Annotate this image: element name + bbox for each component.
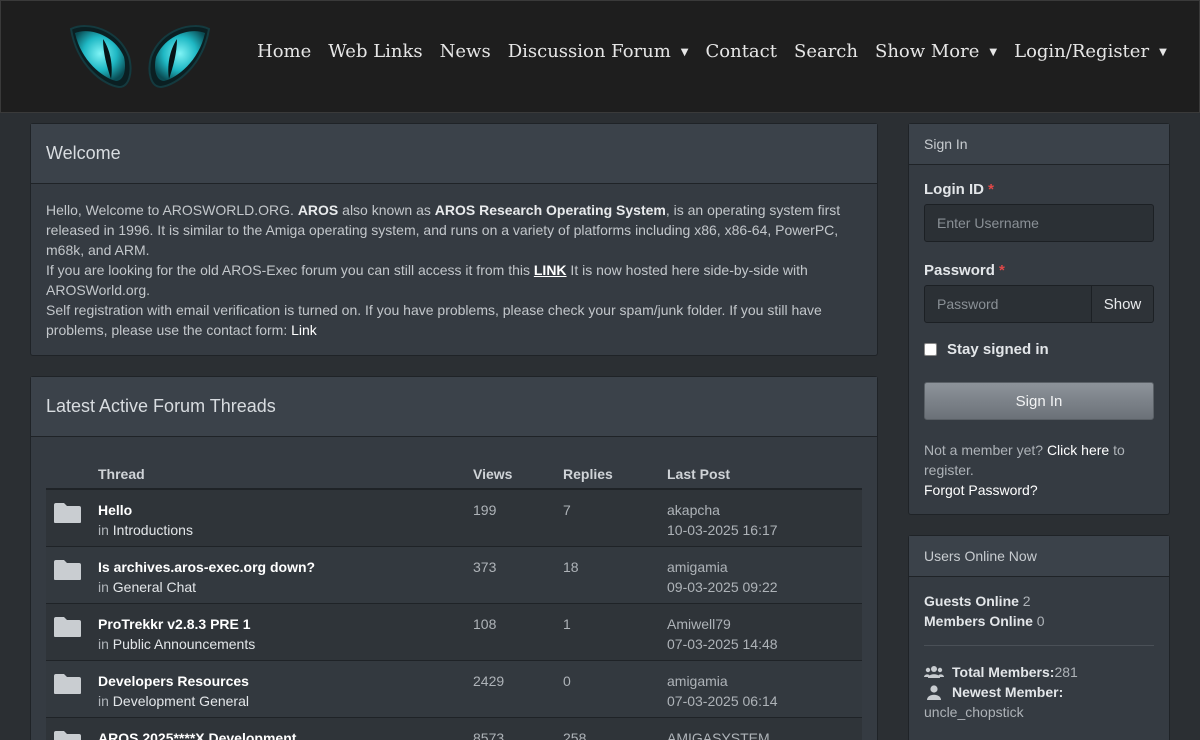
forgot-password-link[interactable]: Forgot Password? (924, 482, 1038, 498)
last-post-user[interactable]: amigamia (667, 557, 862, 577)
forum-link[interactable]: Development General (113, 693, 249, 709)
stay-signed-in-checkbox[interactable] (924, 343, 937, 356)
contact-form-link[interactable]: Link (291, 322, 317, 338)
folder-icon (46, 717, 98, 740)
nav-login-register[interactable]: Login/Register ▼ (1014, 41, 1167, 62)
user-icon (924, 684, 944, 700)
thread-views: 373 (473, 558, 497, 575)
nav-news[interactable]: News (440, 41, 491, 62)
folder-icon (46, 603, 98, 660)
password-input[interactable]: Password (924, 285, 1092, 323)
welcome-text: Hello, Welcome to AROSWORLD.ORG. AROS al… (46, 202, 841, 338)
thread-title[interactable]: AROS 2025****X Development (98, 728, 473, 740)
folder-icon (46, 546, 98, 603)
thread-views: 2429 (473, 672, 505, 689)
members-online: Members Online 0 (924, 613, 1045, 629)
threads-title: Latest Active Forum Threads (31, 377, 877, 437)
last-post-user[interactable]: akapcha (667, 500, 862, 520)
threads-panel: Latest Active Forum Threads Thread Views… (30, 376, 878, 740)
newest-member-name[interactable]: uncle_chopstick (924, 702, 1154, 722)
thread-replies: 1 (563, 615, 571, 632)
users-online-title: Users Online Now (909, 536, 1169, 577)
caret-down-icon: ▼ (1159, 46, 1167, 58)
nav-show-more[interactable]: Show More ▼ (875, 41, 997, 62)
col-replies: Replies (563, 459, 667, 490)
thread-views: 8573 (473, 729, 505, 740)
thread-forum: in Public Announcements (98, 635, 256, 652)
col-last-post: Last Post (667, 459, 862, 490)
forum-link[interactable]: Public Announcements (113, 636, 255, 652)
total-members: Total Members: 281 (924, 662, 1154, 682)
register-link[interactable]: Click here (1047, 442, 1109, 458)
last-post-date: 07-03-2025 06:14 (667, 692, 778, 709)
last-post-date: 09-03-2025 09:22 (667, 578, 778, 595)
password-label: Password * (924, 262, 1005, 279)
login-id-label: Login ID * (924, 181, 995, 198)
site-header: Home Web Links News Discussion Forum ▼ Co… (0, 0, 1200, 113)
signin-title: Sign In (909, 124, 1169, 165)
welcome-panel: Welcome Hello, Welcome to AROSWORLD.ORG.… (30, 123, 878, 356)
nav-discussion-forum[interactable]: Discussion Forum ▼ (508, 41, 689, 62)
main-nav: Home Web Links News Discussion Forum ▼ Co… (257, 37, 1184, 65)
thread-title[interactable]: Developers Resources (98, 671, 473, 691)
threads-table: Thread Views Replies Last Post Hello in I… (46, 459, 862, 740)
stay-signed-in[interactable]: Stay signed in (924, 341, 1154, 358)
nav-web-links[interactable]: Web Links (328, 41, 422, 62)
last-post-date: 10-03-2025 16:17 (667, 522, 778, 538)
forum-link[interactable]: Introductions (113, 522, 193, 538)
show-password-button[interactable]: Show (1092, 285, 1154, 323)
table-row[interactable]: Developers Resources in Development Gener… (46, 660, 862, 717)
col-views: Views (473, 459, 563, 490)
sign-in-button[interactable]: Sign In (924, 382, 1154, 420)
thread-forum: in General Chat (98, 578, 197, 595)
nav-contact[interactable]: Contact (706, 41, 777, 62)
guests-online: Guests Online 2 (924, 593, 1031, 609)
thread-title[interactable]: ProTrekkr v2.8.3 PRE 1 (98, 614, 473, 634)
thread-replies: 18 (563, 558, 579, 575)
caret-down-icon: ▼ (989, 46, 998, 58)
divider (924, 645, 1154, 646)
thread-forum: in Introductions (98, 522, 193, 538)
nav-home[interactable]: Home (257, 41, 311, 62)
table-row[interactable]: AROS 2025****X Developmentin 8573258AMIG… (46, 717, 862, 740)
forum-link[interactable]: General Chat (113, 579, 196, 595)
last-post-date: 07-03-2025 14:48 (667, 635, 778, 652)
thread-replies: 258 (563, 729, 587, 740)
cat-eyes-logo-icon[interactable] (67, 21, 213, 93)
table-row[interactable]: Hello in Introductions 199 7 akapcha 10-03-20… (46, 489, 862, 546)
welcome-title: Welcome (31, 124, 877, 184)
last-post-user[interactable]: AMIGASYSTEM (667, 728, 862, 740)
table-row[interactable]: Is archives.aros-exec.org down? in Genera… (46, 546, 862, 603)
caret-down-icon: ▼ (680, 46, 689, 58)
table-row[interactable]: ProTrekkr v2.8.3 PRE 1 in Public Announce… (46, 603, 862, 660)
last-post-user[interactable]: Amiwell79 (667, 614, 862, 634)
thread-title[interactable]: Hello (98, 500, 473, 520)
username-input[interactable]: Enter Username (924, 204, 1154, 242)
aros-exec-link[interactable]: LINK (534, 262, 567, 278)
users-group-icon (924, 665, 944, 679)
thread-title[interactable]: Is archives.aros-exec.org down? (98, 557, 473, 577)
folder-icon (46, 489, 98, 546)
nav-search[interactable]: Search (794, 41, 858, 62)
col-thread: Thread (98, 459, 473, 490)
thread-replies: 0 (563, 672, 571, 689)
signin-panel: Sign In Login ID * Enter Username Passwo… (908, 123, 1170, 515)
users-online-panel: Users Online Now Guests Online 2 Members… (908, 535, 1170, 740)
folder-icon (46, 660, 98, 717)
register-prompt: Not a member yet? Click here to register… (924, 442, 1125, 498)
thread-views: 199 (473, 502, 497, 518)
last-post-user[interactable]: amigamia (667, 671, 862, 691)
thread-replies: 7 (563, 502, 571, 518)
thread-views: 108 (473, 615, 497, 632)
thread-forum: in Development General (98, 692, 249, 709)
newest-member: Newest Member: (924, 682, 1154, 702)
